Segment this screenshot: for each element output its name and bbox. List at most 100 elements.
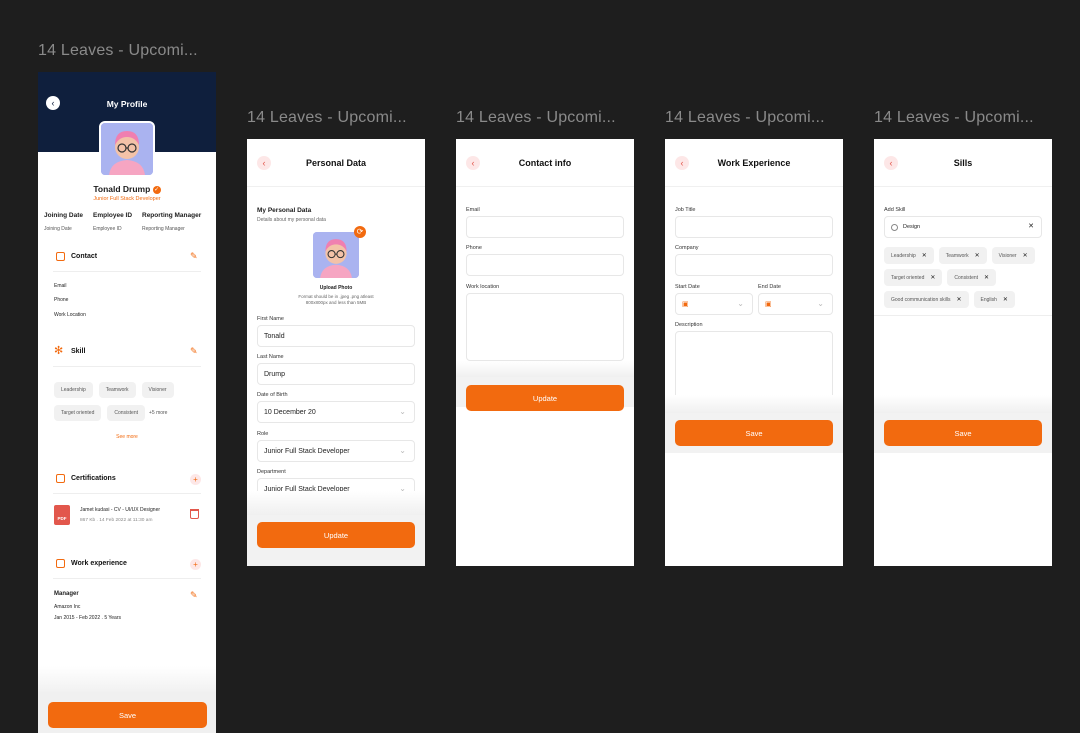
remove-icon[interactable]: ✕ xyxy=(956,297,961,303)
clear-icon[interactable]: ✕ xyxy=(1028,222,1034,230)
work-company: Amazon Inc xyxy=(54,604,81,610)
see-more-link[interactable]: See more xyxy=(38,434,216,440)
company-field[interactable] xyxy=(675,254,833,276)
remove-icon[interactable]: ✕ xyxy=(1003,297,1008,303)
dob-field[interactable]: 10 December 20 ⌄ xyxy=(257,401,415,423)
work-experience-title: Work experience xyxy=(71,560,127,567)
contact-email: Email xyxy=(54,283,67,289)
profile-screen: ‹ My Profile Tonald Drump ✓ Junior Full … xyxy=(38,72,216,733)
dob-group: Date of Birth 10 December 20 ⌄ xyxy=(257,392,415,423)
first-name-field[interactable]: Tonald xyxy=(257,325,415,347)
role-label: Role xyxy=(257,431,269,437)
frame-title-work: 14 Leaves - Upcomi... xyxy=(665,109,825,126)
bottom-fade xyxy=(247,491,425,515)
skill-chip: Target oriented xyxy=(54,405,102,421)
skill-chip: Good communication skills ✕ xyxy=(884,291,969,308)
skill-chip-label: Target oriented xyxy=(891,275,925,281)
profile-name-row: Tonald Drump ✓ xyxy=(38,184,216,194)
location-label: Work location xyxy=(466,284,500,290)
save-button[interactable]: Save xyxy=(675,420,833,446)
change-photo-icon[interactable]: ⟳ xyxy=(354,226,366,238)
back-icon[interactable]: ‹ xyxy=(884,156,898,170)
divider xyxy=(53,578,201,579)
add-skill-label: Add Skill xyxy=(884,207,906,213)
save-button[interactable]: Save xyxy=(48,702,207,728)
job-title-label: Job Title xyxy=(675,207,696,213)
trash-icon[interactable] xyxy=(190,509,199,519)
back-icon[interactable]: ‹ xyxy=(466,156,480,170)
calendar-icon: ▣ xyxy=(682,301,689,308)
update-button[interactable]: Update xyxy=(257,522,415,548)
meta-employee-header: Employee ID xyxy=(93,212,133,219)
last-name-label: Last Name xyxy=(257,354,284,360)
bottom-fade xyxy=(665,395,843,413)
divider xyxy=(53,493,201,494)
work-position: Manager xyxy=(54,591,79,597)
certifications-icon xyxy=(56,474,65,483)
skill-search-value: Design xyxy=(903,224,921,230)
profile-name: Tonald Drump xyxy=(93,184,151,194)
description-field[interactable] xyxy=(675,331,833,399)
start-date-field[interactable]: ▣ ⌄ xyxy=(675,293,753,315)
edit-work-icon[interactable]: ✎ xyxy=(190,590,198,601)
skill-chip: Target oriented ✕ xyxy=(884,269,943,286)
search-icon xyxy=(891,223,898,231)
contact-icon xyxy=(56,252,65,261)
remove-icon[interactable]: ✕ xyxy=(975,253,980,259)
end-date-field[interactable]: ▣ ⌄ xyxy=(758,293,833,315)
last-name-field[interactable]: Drump xyxy=(257,363,415,385)
contact-info-screen: ‹ Contact info Email Phone Work location… xyxy=(456,139,634,566)
remove-icon[interactable]: ✕ xyxy=(930,275,935,281)
skill-title: Skill xyxy=(71,348,86,355)
personal-data-screen: ‹ Personal Data My Personal Data Details… xyxy=(247,139,425,566)
upload-photo-label[interactable]: Upload Photo xyxy=(247,285,425,291)
add-work-icon[interactable]: + xyxy=(190,559,201,570)
skill-chip-label: English xyxy=(980,297,997,303)
edit-contact-icon[interactable]: ✎ xyxy=(190,251,198,262)
meta-manager-value: Reporting Manager xyxy=(142,226,185,232)
calendar-icon: ▣ xyxy=(765,301,772,308)
description-label: Description xyxy=(675,322,703,328)
remove-icon[interactable]: ✕ xyxy=(1023,253,1028,259)
section-subtitle: Details about my personal data xyxy=(257,217,326,223)
page-title: Work Experience xyxy=(717,157,791,168)
update-button[interactable]: Update xyxy=(466,385,624,411)
phone-group: Phone xyxy=(466,245,624,276)
email-field[interactable] xyxy=(466,216,624,238)
role-select[interactable]: Junior Full Stack Developer ⌄ xyxy=(257,440,415,462)
role-value: Junior Full Stack Developer xyxy=(264,447,350,455)
verified-icon: ✓ xyxy=(152,185,161,194)
skill-chip: Consistent ✕ xyxy=(947,269,997,286)
skill-chip: Teamwork ✕ xyxy=(938,247,987,264)
divider xyxy=(53,271,201,272)
save-button[interactable]: Save xyxy=(884,420,1042,446)
header: ‹ Contact info xyxy=(456,139,634,187)
skill-chips-row2: Target oriented Consistent +5 more xyxy=(54,401,214,421)
phone-field[interactable] xyxy=(466,254,624,276)
skill-chips-row1: Leadership ✕ Teamwork ✕ Visioner ✕ xyxy=(884,244,1049,264)
dob-label: Date of Birth xyxy=(257,392,288,398)
remove-icon[interactable]: ✕ xyxy=(984,275,989,281)
job-title-field[interactable] xyxy=(675,216,833,238)
last-name-group: Last Name Drump xyxy=(257,354,415,385)
certificate-name[interactable]: Jamet kudasi - CV - UI/UX Designer xyxy=(80,507,160,513)
add-certification-icon[interactable]: + xyxy=(190,474,201,485)
phone-label: Phone xyxy=(466,245,482,251)
skill-search-input[interactable]: Design ✕ xyxy=(884,216,1042,238)
divider xyxy=(53,366,201,367)
remove-icon[interactable]: ✕ xyxy=(922,253,927,259)
bottom-fade xyxy=(874,395,1052,413)
back-icon[interactable]: ‹ xyxy=(257,156,271,170)
skill-chip: Teamwork xyxy=(98,382,136,398)
end-date-label: End Date xyxy=(758,284,781,290)
skill-chip-label: Teamwork xyxy=(945,253,969,259)
upload-hint-1: Format should be in .jpeg .png atleast xyxy=(298,294,374,299)
avatar xyxy=(99,121,155,177)
job-title-group: Job Title xyxy=(675,207,833,238)
edit-skill-icon[interactable]: ✎ xyxy=(190,346,198,357)
start-date-group: Start Date ▣ ⌄ xyxy=(675,284,753,315)
skill-chip: Leadership xyxy=(54,382,93,398)
skill-chip-label: Leadership xyxy=(891,253,916,259)
back-icon[interactable]: ‹ xyxy=(675,156,689,170)
work-location-field[interactable] xyxy=(466,293,624,361)
